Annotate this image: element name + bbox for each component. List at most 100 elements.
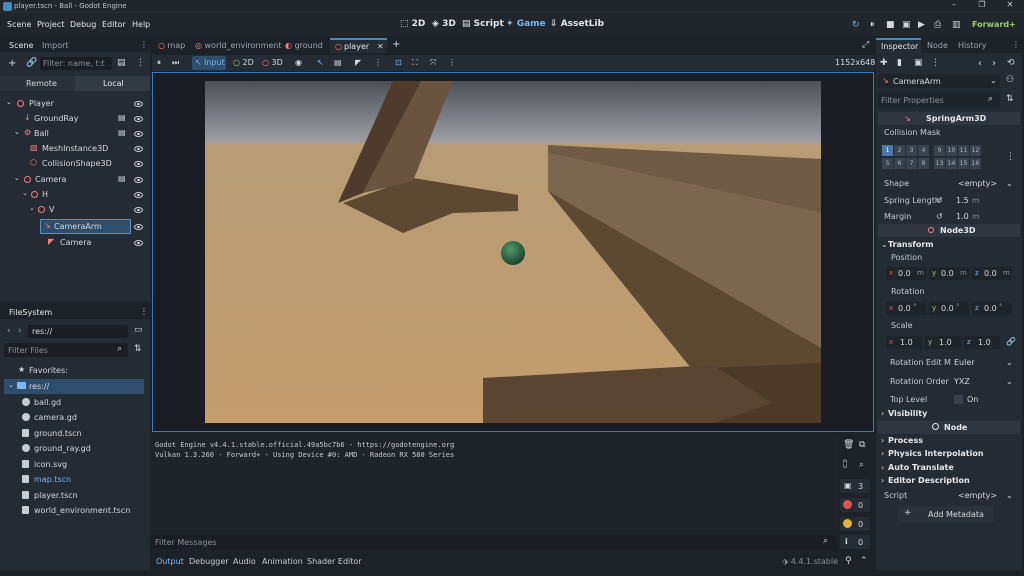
layer-15[interactable]: 15 (958, 158, 969, 169)
tree-item-v[interactable]: ⌄ V (0, 202, 150, 217)
renderer-select[interactable]: Forward+ (972, 20, 1016, 29)
layer-13[interactable]: 13 (934, 158, 945, 169)
file-item[interactable]: map.tscn (0, 472, 148, 487)
save-resource-icon[interactable]: ▣ (914, 58, 923, 68)
mode-game-button[interactable]: ✦ Game (506, 19, 546, 29)
pin-icon[interactable]: ⚲ (845, 556, 852, 566)
visibility-eye-icon[interactable] (134, 192, 143, 198)
chevron-down-icon[interactable]: ⌄ (1006, 179, 1013, 188)
add-node-icon[interactable]: + (8, 58, 16, 69)
reload-icon[interactable]: ↻ (852, 20, 860, 30)
copy-icon[interactable]: ⧉ (859, 440, 865, 450)
filter-properties-input[interactable]: Filter Properties ⌕ (878, 93, 1000, 107)
collapse-arrow-icon[interactable]: ⌄ (8, 381, 14, 389)
menu-project[interactable]: Project (37, 20, 64, 29)
mode-assetlib-button[interactable]: ⇩ AssetLib (550, 19, 604, 29)
dock-menu-icon[interactable]: ⋮ (140, 307, 148, 316)
tree-item-h[interactable]: ⌄ H (0, 187, 150, 202)
visibility-eye-icon[interactable] (134, 207, 143, 213)
revert-icon[interactable]: ↺ (936, 212, 943, 221)
maximize-button[interactable]: ❐ (968, 0, 996, 13)
editor-tab-world-environment[interactable]: ◎ world_environment (195, 41, 282, 50)
margin-value[interactable]: 1.0 (956, 212, 969, 221)
editor-tab-ground[interactable]: ◐ ground (285, 41, 323, 50)
history-back-icon[interactable]: ‹ (978, 58, 982, 69)
layer-2[interactable]: 2 (894, 145, 905, 156)
position-z-field[interactable]: z 0.0 m (972, 267, 1012, 280)
file-item[interactable]: ground_ray.gd (0, 441, 148, 456)
resource-menu-icon[interactable]: ⋮ (931, 58, 940, 68)
file-item[interactable]: ground.tscn (0, 426, 148, 441)
clear-output-icon[interactable]: 🗑 (843, 440, 854, 450)
select-3d-button[interactable]: ○ 3D (262, 58, 283, 67)
link-scale-icon[interactable]: 🔗 (1006, 337, 1016, 346)
tab-scene[interactable]: Scene (9, 41, 33, 50)
menu-debug[interactable]: Debug (70, 20, 96, 29)
chevron-down-icon[interactable]: ⌄ (1006, 358, 1013, 367)
bottom-tab-debugger[interactable]: Debugger (189, 557, 229, 566)
tree-item-cameraarm-selected[interactable]: ↘ CameraArm (40, 219, 131, 234)
tree-item-groundray[interactable]: ↓ GroundRay ▤ (0, 111, 150, 126)
editor-tab-player[interactable]: ○ player ✕ (330, 38, 387, 53)
errors-count-badge[interactable]: 0 (840, 498, 870, 512)
pause-icon[interactable]: ⏸ (157, 58, 161, 68)
minimize-button[interactable]: – (940, 0, 968, 13)
visibility-eye-icon[interactable] (134, 177, 143, 183)
dock-menu-icon[interactable]: ⋮ (1012, 40, 1020, 49)
stretch-icon[interactable]: ⤧ (430, 58, 436, 68)
search-icon[interactable]: ⌕ (859, 460, 864, 470)
camera-override-icon[interactable]: ◤ (355, 58, 361, 67)
tab-node[interactable]: Node (927, 41, 948, 50)
property-options-icon[interactable]: ⇅ (1006, 94, 1014, 104)
remote-debug-icon[interactable]: ▣ (902, 20, 911, 30)
visibility-eye-icon[interactable] (134, 116, 143, 122)
tab-import[interactable]: Import (42, 41, 69, 50)
mode-script-button[interactable]: ▤ Script (462, 19, 504, 29)
toolbar-menu-icon[interactable]: ⋮ (374, 58, 382, 67)
mode-2d-button[interactable]: ⬚ 2D (400, 19, 425, 29)
layer-14[interactable]: 14 (946, 158, 957, 169)
path-field[interactable]: res:// (28, 325, 128, 338)
rotation-z-field[interactable]: z 0.0 ° (972, 302, 1012, 315)
res-root-item[interactable]: ⌄ res:// (4, 379, 144, 394)
file-item[interactable]: icon.svg (0, 457, 148, 472)
bottom-tab-animation[interactable]: Animation (262, 557, 303, 566)
tab-history[interactable]: History (958, 41, 986, 50)
physics-interpolation-category[interactable]: › Physics Interpolation (878, 447, 1020, 460)
tree-item-collisionshape3d[interactable]: ⬡ CollisionShape3D (0, 156, 150, 171)
stop-icon[interactable]: ■ (886, 20, 895, 30)
tab-inspector[interactable]: Inspector (876, 38, 921, 53)
size-menu-icon[interactable]: ⋮ (448, 58, 456, 67)
collapse-arrow-icon[interactable]: ⌄ (14, 174, 20, 182)
layer-9[interactable]: 9 (934, 145, 945, 156)
collapse-arrow-icon[interactable]: ⌄ (14, 128, 20, 136)
favorites-item[interactable]: ★ Favorites: (0, 363, 148, 378)
movie-maker-icon[interactable]: ▥ (952, 20, 961, 30)
menu-editor[interactable]: Editor (102, 20, 126, 29)
editor-description-category[interactable]: › Editor Description (878, 474, 1020, 487)
transform-category[interactable]: ⌄ Transform (878, 238, 1020, 251)
rotation-order-value[interactable]: YXZ (954, 377, 970, 386)
visibility-eye-icon[interactable] (134, 146, 143, 152)
layer-8[interactable]: 8 (918, 158, 929, 169)
messages-count-badge[interactable]: ▣ 3 (840, 479, 870, 493)
chevron-down-icon[interactable]: ⌄ (1006, 377, 1013, 386)
visibility-eye-icon[interactable] (134, 131, 143, 137)
file-item[interactable]: camera.gd (0, 410, 148, 425)
editor-tab-map[interactable]: ○ map (158, 41, 185, 50)
scale-y-field[interactable]: y 1.0 (925, 336, 961, 349)
visibility-eye-icon[interactable] (134, 101, 143, 107)
visibility-eye-icon[interactable] (134, 161, 143, 167)
layer-menu-icon[interactable]: ⋮ (1006, 152, 1015, 162)
tree-item-player[interactable]: ⌄ Player (0, 96, 150, 111)
remote-button[interactable]: Remote (0, 76, 75, 91)
warnings-count-badge[interactable]: 0 (840, 517, 870, 531)
script-icon[interactable]: ▤ (118, 128, 126, 137)
script-value[interactable]: <empty> (958, 491, 997, 500)
local-button[interactable]: Local (75, 76, 150, 91)
link-icon[interactable]: 🔗 (26, 58, 37, 68)
play-scene-icon[interactable]: ▶ (918, 20, 925, 30)
bottom-tab-output[interactable]: Output (156, 557, 184, 566)
rotation-y-field[interactable]: y 0.0 ° (929, 302, 969, 315)
play-pause-icon[interactable]: ⏸ (870, 20, 875, 30)
